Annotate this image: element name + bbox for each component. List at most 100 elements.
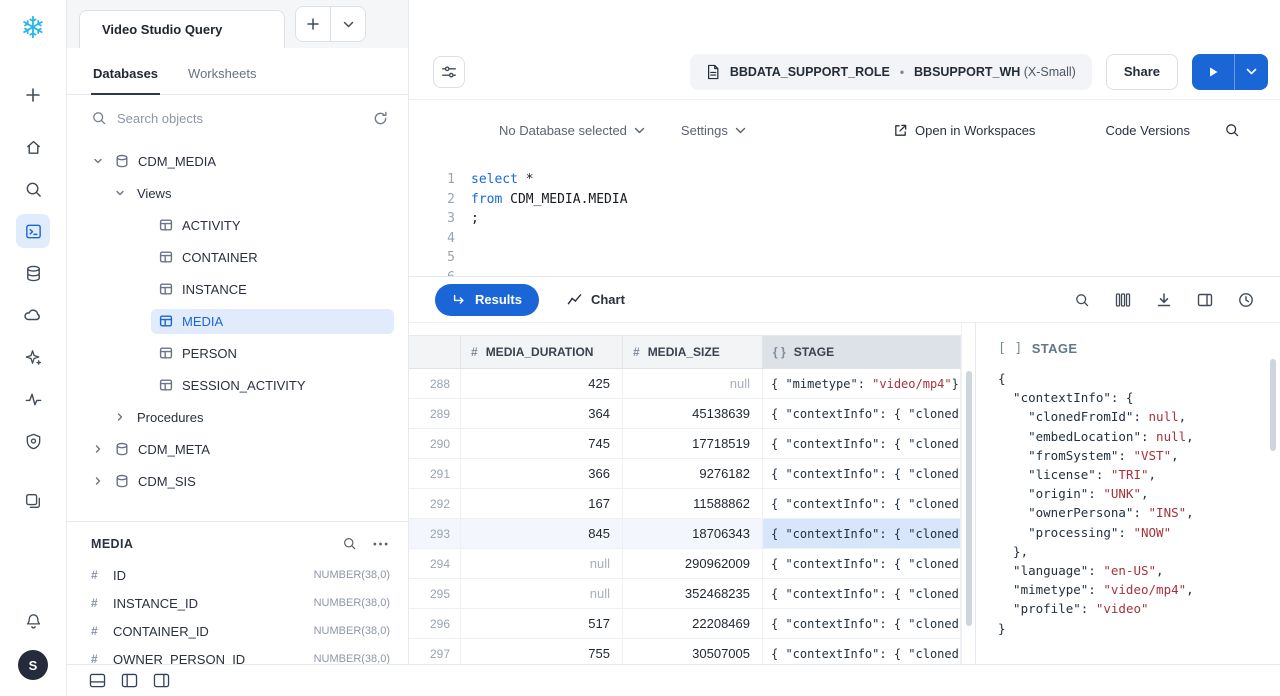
run-options-chevron-icon[interactable]	[1235, 54, 1268, 90]
governance-icon[interactable]	[16, 424, 50, 458]
worksheets-icon[interactable]	[16, 214, 50, 248]
columns-icon[interactable]	[1115, 292, 1131, 308]
cell-stage[interactable]: { "mimetype": "video/mp4"}	[763, 369, 961, 398]
cell-media-size[interactable]: 352468235	[623, 579, 763, 608]
open-in-workspaces-link[interactable]: Open in Workspaces	[893, 123, 1035, 138]
table-row-296[interactable]: 29651722208469{ "contextInfo": { "cloned…	[409, 609, 961, 639]
code-versions-link[interactable]: Code Versions	[1105, 123, 1190, 138]
new-worksheet-button[interactable]	[296, 7, 330, 41]
grid-scrollbar[interactable]	[961, 323, 975, 696]
history-clock-icon[interactable]	[1238, 292, 1254, 308]
refresh-icon[interactable]	[373, 111, 388, 126]
code-line[interactable]	[471, 229, 628, 249]
cell-media-size[interactable]: 290962009	[623, 549, 763, 578]
chevron-down-icon[interactable]	[89, 156, 107, 166]
split-panel-icon[interactable]	[1197, 292, 1213, 308]
cell-media-duration[interactable]: 425	[461, 369, 623, 398]
tree-item-cdm_sis[interactable]: CDM_SIS	[89, 465, 408, 497]
cell-stage[interactable]: { "contextInfo": { "clonedFro	[763, 519, 961, 548]
cell-stage[interactable]: { "contextInfo": { "clonedFro	[763, 609, 961, 638]
code-line[interactable]	[471, 248, 628, 268]
cell-media-size[interactable]: null	[623, 369, 763, 398]
tree-item-views[interactable]: Views	[89, 177, 408, 209]
cell-media-duration[interactable]: null	[461, 549, 623, 578]
cell-stage[interactable]: { "contextInfo": { "clonedFro	[763, 459, 961, 488]
table-row-294[interactable]: 294null290962009{ "contextInfo": { "clon…	[409, 549, 961, 579]
code-line[interactable]	[471, 268, 628, 277]
settings-dropdown[interactable]: Settings	[681, 123, 746, 138]
code-line[interactable]: from CDM_MEDIA.MEDIA	[471, 190, 628, 210]
cell-media-size[interactable]: 11588862	[623, 489, 763, 518]
cell-media-size[interactable]: 45138639	[623, 399, 763, 428]
tab-list-chevron-icon[interactable]	[331, 7, 365, 41]
cell-media-duration[interactable]: 517	[461, 609, 623, 638]
cell-media-size[interactable]: 22208469	[623, 609, 763, 638]
code-area[interactable]: select *from CDM_MEDIA.MEDIA;	[471, 160, 628, 276]
cell-media-duration[interactable]: null	[461, 579, 623, 608]
sql-editor[interactable]: 123456 select *from CDM_MEDIA.MEDIA;	[409, 160, 1280, 276]
preview-search-icon[interactable]	[342, 536, 357, 551]
column-row-id[interactable]: #IDNUMBER(38,0)	[67, 561, 408, 589]
sliders-icon[interactable]	[433, 56, 465, 88]
search-input[interactable]	[117, 111, 363, 126]
worksheet-tab[interactable]: Video Studio Query	[79, 10, 285, 48]
tree-item-container[interactable]: CONTAINER	[89, 241, 408, 273]
home-icon[interactable]	[16, 130, 50, 164]
tree-item-procedures[interactable]: Procedures	[89, 401, 408, 433]
database-selector[interactable]: No Database selected	[499, 123, 645, 138]
share-button[interactable]: Share	[1106, 54, 1178, 90]
table-row-290[interactable]: 29074517718519{ "contextInfo": { "cloned…	[409, 429, 961, 459]
editor-search-icon[interactable]	[1224, 122, 1240, 138]
more-options-icon[interactable]	[373, 542, 388, 546]
tree-item-session_activity[interactable]: SESSION_ACTIVITY	[89, 369, 408, 401]
detail-scrollbar-thumb[interactable]	[1270, 359, 1276, 451]
cell-media-size[interactable]: 18706343	[623, 519, 763, 548]
table-row-291[interactable]: 2913669276182{ "contextInfo": { "clonedF…	[409, 459, 961, 489]
table-row-292[interactable]: 29216711588862{ "contextInfo": { "cloned…	[409, 489, 961, 519]
ai-sparkle-icon[interactable]	[16, 340, 50, 374]
chevron-right-icon[interactable]	[89, 444, 107, 454]
panel-bottom-icon[interactable]	[89, 673, 106, 688]
code-line[interactable]: select *	[471, 170, 628, 190]
scrollbar-thumb[interactable]	[966, 371, 972, 626]
cloud-icon[interactable]	[16, 298, 50, 332]
tree-item-media[interactable]: MEDIA	[89, 305, 408, 337]
column-header-stage[interactable]: { }STAGE	[763, 335, 961, 369]
search-icon[interactable]	[16, 172, 50, 206]
cell-media-duration[interactable]: 364	[461, 399, 623, 428]
data-icon[interactable]	[16, 256, 50, 290]
cell-stage[interactable]: { "contextInfo": { "clonedFro	[763, 489, 961, 518]
table-row-289[interactable]: 28936445138639{ "contextInfo": { "cloned…	[409, 399, 961, 429]
code-line[interactable]: ;	[471, 209, 628, 229]
download-icon[interactable]	[1156, 292, 1172, 308]
chevron-right-icon[interactable]	[111, 412, 129, 422]
cell-media-duration[interactable]: 845	[461, 519, 623, 548]
tree-item-person[interactable]: PERSON	[89, 337, 408, 369]
chart-tab[interactable]: Chart	[567, 292, 625, 307]
context-selector[interactable]: BBDATA_SUPPORT_ROLE • BBSUPPORT_WH (X-Sm…	[690, 54, 1092, 90]
tree-item-instance[interactable]: INSTANCE	[89, 273, 408, 305]
cell-media-duration[interactable]: 745	[461, 429, 623, 458]
tree-item-cdm_meta[interactable]: CDM_META	[89, 433, 408, 465]
activity-icon[interactable]	[16, 382, 50, 416]
cell-stage[interactable]: { "contextInfo": { "clonedFro	[763, 579, 961, 608]
cell-media-duration[interactable]: 366	[461, 459, 623, 488]
run-button[interactable]	[1192, 54, 1234, 90]
tree-item-activity[interactable]: ACTIVITY	[89, 209, 408, 241]
tree-item-cdm_media[interactable]: CDM_MEDIA	[89, 145, 408, 177]
results-tab[interactable]: Results	[435, 284, 539, 316]
projects-icon[interactable]	[16, 484, 50, 518]
tab-worksheets[interactable]: Worksheets	[186, 48, 258, 94]
user-avatar[interactable]: S	[18, 650, 48, 680]
chevron-down-icon[interactable]	[111, 188, 129, 198]
cell-stage[interactable]: { "contextInfo": { "clonedFro	[763, 549, 961, 578]
table-row-293[interactable]: 29384518706343{ "contextInfo": { "cloned…	[409, 519, 961, 549]
panel-left-icon[interactable]	[121, 673, 138, 688]
plus-icon[interactable]	[16, 78, 50, 112]
cell-stage[interactable]: { "contextInfo": { "clonedFro	[763, 429, 961, 458]
table-row-288[interactable]: 288425null{ "mimetype": "video/mp4"}	[409, 369, 961, 399]
cell-media-size[interactable]: 17718519	[623, 429, 763, 458]
cell-stage[interactable]: { "contextInfo": { "clonedFro	[763, 399, 961, 428]
cell-media-size[interactable]: 9276182	[623, 459, 763, 488]
column-header-media_duration[interactable]: #MEDIA_DURATION	[461, 335, 623, 369]
